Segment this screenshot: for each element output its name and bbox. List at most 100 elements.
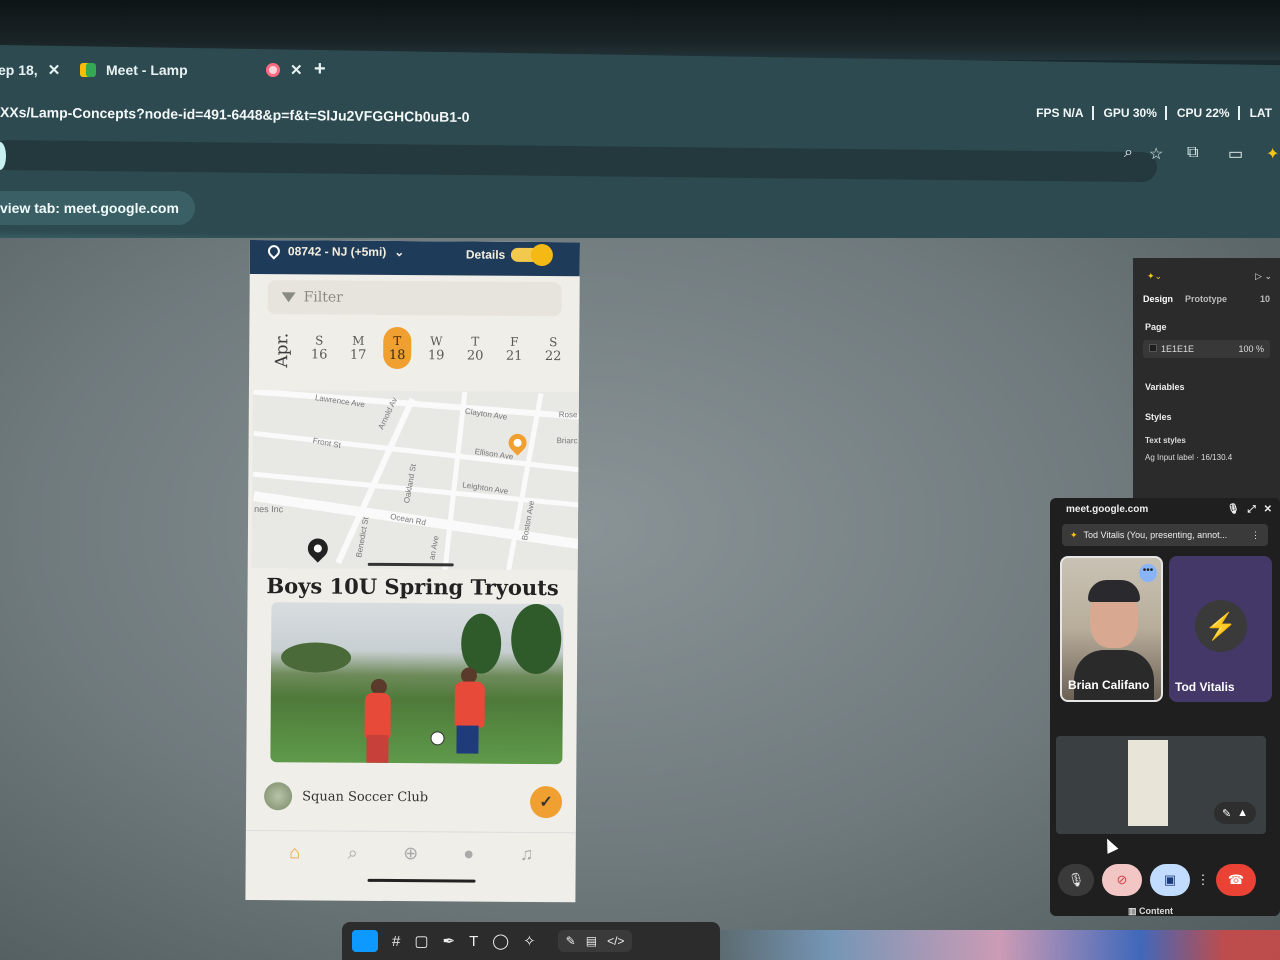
- more-options-icon[interactable]: •••: [1139, 564, 1158, 582]
- comment-tool-icon[interactable]: ◯: [492, 932, 509, 950]
- bell-icon[interactable]: ♫: [514, 844, 540, 865]
- annotate-button[interactable]: ✎ ▲: [1214, 802, 1256, 824]
- day-num: 17: [349, 347, 367, 363]
- design-mode-icon[interactable]: ▤: [586, 934, 597, 948]
- expand-icon[interactable]: ⤢: [1248, 504, 1256, 515]
- day-18-selected[interactable]: T 18: [383, 326, 412, 370]
- text-styles-label: Text styles: [1145, 436, 1186, 445]
- club-info[interactable]: Squan Soccer Club: [264, 782, 428, 811]
- close-icon[interactable]: ✕: [290, 61, 303, 79]
- street-label: an Ave: [427, 535, 441, 561]
- lamp-logo-icon[interactable]: ✦⌄: [1147, 271, 1162, 282]
- mic-button[interactable]: 🎙: [1058, 864, 1094, 896]
- rsvp-check-button[interactable]: ✓: [529, 785, 563, 819]
- play-icon[interactable]: ▷ ⌄: [1255, 271, 1272, 282]
- lat-stat: LAT: [1249, 106, 1272, 120]
- bottom-nav: ⌂ ⌕ ⊕ ● ♫: [245, 829, 576, 877]
- bookmark-star-icon[interactable]: ☆: [1149, 144, 1163, 164]
- styles-label: Styles: [1145, 412, 1172, 422]
- google-meet-icon: [80, 63, 96, 77]
- day-17[interactable]: M 17: [344, 327, 372, 369]
- end-call-button[interactable]: ☎: [1216, 864, 1256, 896]
- fps-stat: FPS N/A: [1036, 106, 1094, 120]
- tab-label: ep 18,: [0, 62, 38, 78]
- phone-mockup: 08742 - NJ (+5mi) ⌄ Details Filter Apr. …: [245, 240, 580, 903]
- search-icon[interactable]: ⌕: [340, 843, 366, 864]
- tab-bar: ep 18, ✕ Meet - Lamp ✕: [0, 45, 1280, 93]
- actions-tool-icon[interactable]: ✧: [523, 932, 536, 950]
- event-photo: [270, 602, 564, 765]
- extensions-icon[interactable]: ⧉: [1187, 144, 1198, 162]
- participant-tile[interactable]: ⚡ Tod Vitalis: [1169, 556, 1272, 702]
- frame-tool-icon[interactable]: #: [392, 933, 400, 950]
- more-vert-icon[interactable]: ⋮: [1251, 530, 1260, 541]
- mic-small-icon[interactable]: 🎙: [1227, 504, 1240, 515]
- shape-tool-icon[interactable]: ▢: [414, 932, 428, 950]
- zoom-level[interactable]: 10: [1260, 294, 1270, 304]
- draw-mode-icon[interactable]: ✎: [566, 934, 576, 948]
- location-label: 08742 - NJ (+5mi): [287, 244, 387, 259]
- filter-icon: [281, 292, 296, 303]
- page-opacity-unit: %: [1255, 344, 1264, 354]
- details-toggle[interactable]: Details: [466, 243, 554, 267]
- add-icon[interactable]: ⊕: [398, 843, 424, 864]
- url-text[interactable]: XXs/Lamp-Concepts?node-id=491-6448&p=f&t…: [0, 104, 470, 125]
- day-19[interactable]: W 19: [422, 327, 450, 369]
- lamp-logo-icon: ✦: [1070, 529, 1078, 540]
- home-icon[interactable]: ⌂: [282, 842, 308, 863]
- tab-figma[interactable]: ep 18, ✕: [0, 55, 60, 85]
- club-name: Squan Soccer Club: [302, 788, 429, 805]
- tab-meet[interactable]: Meet - Lamp ✕: [80, 55, 303, 85]
- day-21[interactable]: F 21: [500, 328, 528, 370]
- day-20[interactable]: T 20: [461, 327, 489, 369]
- page-color-field[interactable]: 1E1E1E 100 %: [1143, 340, 1270, 358]
- mini-phone-preview: [1128, 740, 1168, 826]
- toggle-switch[interactable]: [511, 243, 554, 267]
- day-num: 18: [388, 347, 406, 363]
- cast-icon[interactable]: ▭: [1228, 144, 1243, 164]
- map-view[interactable]: Lawrence Ave Clayton Ave Arnold Av Front…: [251, 390, 579, 571]
- filter-input[interactable]: Filter: [267, 280, 562, 317]
- color-swatch[interactable]: [1149, 344, 1157, 352]
- day-22[interactable]: S 22: [539, 328, 567, 370]
- dev-mode-icon[interactable]: </>: [607, 934, 624, 948]
- presenting-pill[interactable]: ✦ Tod Vitalis (You, presenting, annot...…: [1062, 524, 1268, 546]
- text-tool-icon[interactable]: T: [469, 933, 478, 950]
- street-label: Front St: [312, 436, 342, 451]
- text-style-name: Input label · 16/130.4: [1157, 453, 1233, 462]
- new-tab-button[interactable]: +: [314, 58, 326, 81]
- tab-design[interactable]: Design: [1143, 294, 1173, 304]
- perf-stats: FPS N/A GPU 30% CPU 22% LAT: [1036, 106, 1280, 120]
- move-tool-icon[interactable]: [352, 930, 378, 952]
- page-opacity: 100: [1238, 344, 1254, 354]
- participant-tile[interactable]: ••• Brian Califano: [1060, 556, 1164, 702]
- more-vert-icon[interactable]: ⋮: [1197, 864, 1210, 896]
- day-dow: T: [393, 333, 402, 348]
- browser-toolbar: ⌕ ☆ ⧉ ▭ ✦: [0, 132, 1280, 183]
- present-button[interactable]: ▣: [1150, 864, 1190, 896]
- tab-prototype[interactable]: Prototype: [1185, 294, 1227, 304]
- meet-window-controls: 🎙 ⤢ ✕: [1227, 504, 1272, 515]
- day-16[interactable]: S 16: [305, 326, 333, 368]
- lamp-extension-icon[interactable]: ✦: [1266, 144, 1279, 164]
- location-selector[interactable]: 08742 - NJ (+5mi) ⌄: [265, 242, 404, 260]
- avatar-icon[interactable]: ●: [456, 843, 482, 864]
- sheet-handle[interactable]: [367, 562, 454, 567]
- day-dow: F: [510, 334, 519, 349]
- close-icon[interactable]: ✕: [48, 61, 61, 79]
- call-controls: 🎙 ⊘ ▣ ⋮ ☎: [1050, 834, 1280, 896]
- map-pin-location-icon[interactable]: [303, 534, 332, 563]
- mode-switcher: ✎ ▤ </>: [557, 930, 633, 952]
- zoom-icon[interactable]: ⌕: [1124, 144, 1133, 162]
- pen-tool-icon[interactable]: ✒: [443, 932, 456, 950]
- event-title: Boys 10U Spring Tryouts: [266, 573, 559, 601]
- meet-titlebar: meet.google.com 🎙 ⤢ ✕: [1050, 498, 1280, 520]
- chevron-up-icon: ▲: [1237, 807, 1249, 819]
- address-row: XXs/Lamp-Concepts?node-id=491-6448&p=f&t…: [0, 94, 1280, 136]
- variables-label[interactable]: Variables: [1133, 362, 1280, 396]
- screen-share-preview[interactable]: ✎ ▲: [1056, 736, 1266, 834]
- sharing-notice[interactable]: view tab: meet.google.com: [0, 191, 195, 225]
- close-icon[interactable]: ✕: [1264, 504, 1272, 515]
- text-style-item[interactable]: Ag Input label · 16/130.4: [1133, 449, 1280, 466]
- camera-off-button[interactable]: ⊘: [1102, 864, 1142, 896]
